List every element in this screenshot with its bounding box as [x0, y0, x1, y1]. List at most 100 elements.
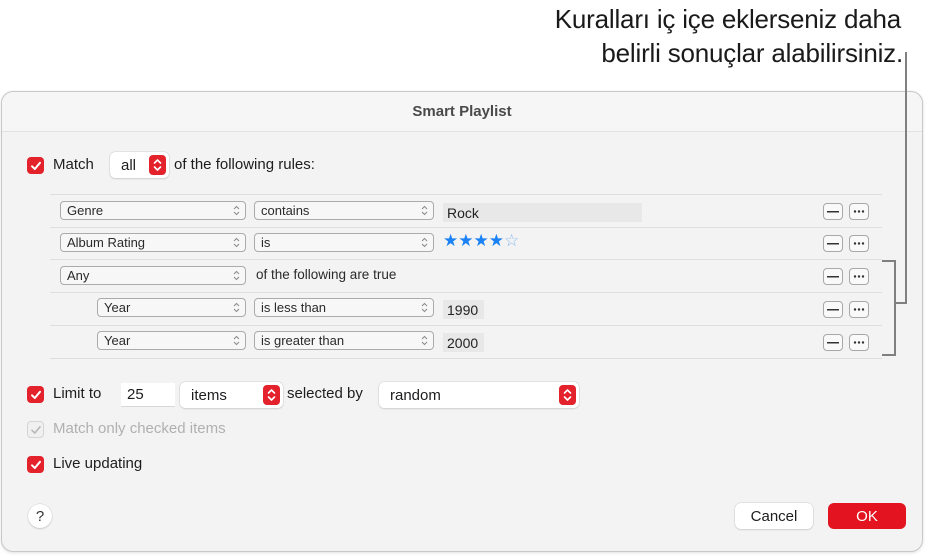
chevron-updown-icon [233, 335, 240, 346]
group-quantifier-value: Any [67, 268, 90, 283]
ellipsis-icon [853, 210, 865, 213]
rule-field-value: Album Rating [67, 235, 146, 250]
selected-by-label: selected by [287, 385, 363, 402]
live-updating-checkbox[interactable] [27, 456, 44, 473]
limit-unit-value: items [191, 386, 227, 404]
callout-leader-tick [896, 302, 907, 304]
rule-divider [50, 325, 882, 326]
limit-value-text: 25 [127, 386, 144, 403]
minus-icon [827, 308, 839, 310]
rule-field-select[interactable]: Genre [60, 201, 246, 220]
rule-operator-select[interactable]: is [254, 233, 434, 252]
remove-rule-button[interactable] [823, 301, 843, 318]
rule-field-select[interactable]: Year [97, 331, 246, 350]
callout-line-2: belirli sonuçlar alabilirsiniz. [601, 38, 903, 68]
star-filled-icon[interactable]: ★ [489, 231, 504, 250]
selected-by-value: random [390, 386, 441, 404]
checkmark-icon [30, 425, 41, 434]
ellipsis-icon [853, 308, 865, 311]
ellipsis-icon [853, 275, 865, 278]
ellipsis-icon [853, 242, 865, 245]
chevron-updown-icon [421, 205, 428, 216]
rule-operator-select[interactable]: is less than [254, 298, 434, 317]
remove-rule-button[interactable] [823, 235, 843, 252]
ok-button[interactable]: OK [828, 503, 906, 529]
more-rule-button[interactable] [849, 334, 869, 351]
rule-field-select[interactable]: Album Rating [60, 233, 246, 252]
smart-playlist-dialog: Smart Playlist Match all of the followin… [1, 91, 923, 552]
remove-rule-button[interactable] [823, 203, 843, 220]
match-checkbox[interactable] [27, 157, 44, 174]
selected-by-popup[interactable]: random [379, 382, 579, 408]
group-label: of the following are true [256, 267, 397, 282]
more-rule-button[interactable] [849, 268, 869, 285]
cancel-button[interactable]: Cancel [735, 503, 813, 529]
remove-rule-button[interactable] [823, 334, 843, 351]
chevron-updown-icon [233, 270, 240, 281]
chevron-updown-icon [421, 237, 428, 248]
help-icon: ? [35, 507, 45, 525]
match-quantifier-value: all [121, 156, 137, 174]
limit-checkbox[interactable] [27, 386, 44, 403]
checkmark-icon [30, 390, 41, 399]
limit-label: Limit to [53, 385, 102, 402]
popup-arrows-icon [559, 385, 576, 405]
minus-icon [827, 341, 839, 343]
popup-arrows-icon [263, 385, 280, 405]
rule-field-value: Year [104, 300, 131, 315]
match-quantifier-popup[interactable]: all [110, 152, 169, 178]
star-filled-icon[interactable]: ★ [458, 231, 473, 250]
chevron-updown-icon [233, 237, 240, 248]
more-rule-button[interactable] [849, 235, 869, 252]
rule-operator-select[interactable]: is greater than [254, 331, 434, 350]
group-quantifier-select[interactable]: Any [60, 266, 246, 285]
limit-unit-popup[interactable]: items [180, 382, 283, 408]
callout-leader-line [905, 52, 907, 304]
checkmark-icon [30, 161, 41, 170]
match-only-checked-label: Match only checked items [53, 420, 226, 437]
rule-operator-value: contains [261, 203, 310, 218]
limit-value-input[interactable]: 25 [121, 383, 175, 407]
minus-icon [827, 210, 839, 212]
star-filled-icon[interactable]: ★ [443, 231, 458, 250]
match-suffix-label: of the following rules: [174, 156, 315, 173]
rule-divider [50, 194, 882, 195]
callout-line-1: Kuralları iç içe eklerseniz daha [554, 4, 901, 34]
star-empty-icon[interactable]: ☆ [504, 231, 519, 250]
star-rating[interactable]: ★★★★☆ [443, 231, 519, 251]
rule-operator-value: is [261, 235, 271, 250]
ellipsis-icon [853, 341, 865, 344]
rule-divider [50, 292, 882, 293]
rule-value-input[interactable]: 1990 [443, 300, 484, 319]
rule-operator-value: is less than [261, 300, 327, 315]
rule-divider [50, 227, 882, 228]
rule-value-text: 1990 [447, 301, 479, 318]
live-updating-label: Live updating [53, 455, 143, 472]
match-only-checked-checkbox[interactable] [27, 421, 44, 438]
remove-rule-button[interactable] [823, 268, 843, 285]
more-rule-button[interactable] [849, 203, 869, 220]
checkmark-icon [30, 460, 41, 469]
chevron-updown-icon [421, 302, 428, 313]
help-button[interactable]: ? [28, 504, 52, 528]
chevron-updown-icon [421, 335, 428, 346]
rule-divider [50, 259, 882, 260]
star-filled-icon[interactable]: ★ [474, 231, 489, 250]
rule-operator-value: is greater than [261, 333, 345, 348]
rule-field-select[interactable]: Year [97, 298, 246, 317]
rule-value-input[interactable]: Rock [443, 203, 642, 222]
rule-value-text: Rock [447, 204, 479, 221]
popup-arrows-icon [149, 155, 166, 175]
minus-icon [827, 242, 839, 244]
rule-divider [50, 358, 882, 359]
rule-value-text: 2000 [447, 334, 479, 351]
title-bar: Smart Playlist [2, 92, 922, 132]
dialog-title: Smart Playlist [412, 103, 512, 120]
match-label: Match [53, 156, 94, 173]
minus-icon [827, 275, 839, 277]
rule-field-value: Year [104, 333, 131, 348]
rule-operator-select[interactable]: contains [254, 201, 434, 220]
chevron-updown-icon [233, 302, 240, 313]
more-rule-button[interactable] [849, 301, 869, 318]
rule-value-input[interactable]: 2000 [443, 333, 484, 352]
